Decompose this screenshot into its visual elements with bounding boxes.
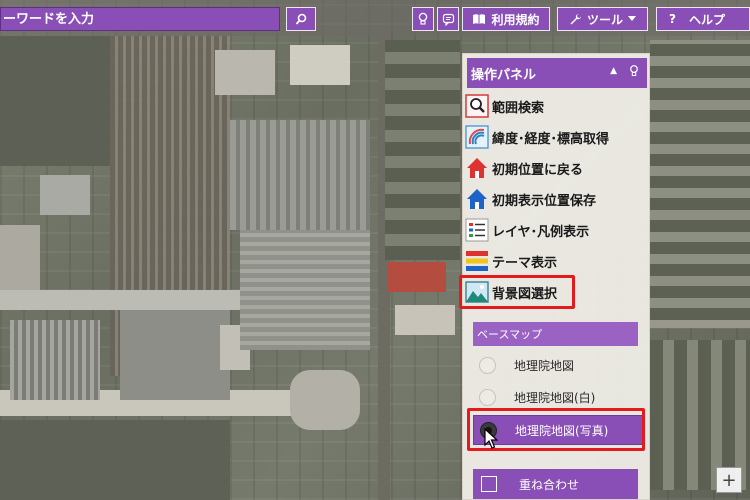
help-menu-button[interactable]: ? ヘルプ bbox=[656, 7, 750, 31]
menu-label: 初期表示位置保存 bbox=[492, 193, 597, 209]
theme-display-item[interactable]: テーマ表示 bbox=[465, 248, 645, 274]
range-search-item[interactable]: 範囲検索 bbox=[465, 93, 645, 119]
range-search-icon bbox=[465, 94, 489, 118]
latlon-elevation-icon bbox=[465, 125, 489, 149]
panel-header: 操作パネル ▲ bbox=[467, 58, 647, 88]
wrench-icon bbox=[570, 13, 581, 24]
return-initial-position-item[interactable]: 初期位置に戻る bbox=[465, 155, 645, 181]
basemap-header-label: ベースマップ bbox=[477, 328, 543, 341]
lightbulb-icon bbox=[418, 12, 428, 25]
plus-icon: + bbox=[721, 469, 737, 491]
option-label: 地理院地図(白) bbox=[514, 390, 596, 405]
magnifier-icon bbox=[295, 13, 306, 25]
menu-label: 初期位置に戻る bbox=[492, 162, 584, 178]
radio-button[interactable] bbox=[479, 388, 496, 406]
panel-title: 操作パネル bbox=[471, 67, 537, 83]
basemap-option-standard[interactable]: 地理院地図 bbox=[473, 350, 643, 380]
comment-icon bbox=[442, 13, 454, 26]
basemap-picture-icon bbox=[465, 281, 489, 303]
top-toolbar: 利用規約 ツール ? ヘルプ bbox=[0, 0, 750, 36]
search-button[interactable] bbox=[286, 7, 316, 31]
theme-icon bbox=[466, 251, 488, 271]
lightbulb-icon[interactable] bbox=[629, 64, 639, 78]
tips-button[interactable] bbox=[412, 7, 434, 31]
caret-down-icon bbox=[628, 16, 636, 21]
basemap-option-photo[interactable]: 地理院地図(写真) bbox=[473, 415, 643, 445]
menu-label: レイヤ･凡例表示 bbox=[492, 224, 590, 240]
tools-label: ツール bbox=[586, 12, 623, 27]
overlay-checkbox[interactable] bbox=[481, 476, 497, 492]
home-red-icon bbox=[467, 158, 487, 178]
option-label: 地理院地図(写真) bbox=[515, 423, 609, 438]
tools-menu-button[interactable]: ツール bbox=[557, 7, 648, 31]
overlay-row[interactable]: 重ね合わせ bbox=[473, 469, 638, 499]
menu-label: 範囲検索 bbox=[492, 100, 545, 116]
radio-button[interactable] bbox=[479, 356, 496, 374]
latlon-elevation-item[interactable]: 緯度･経度･標高取得 bbox=[465, 124, 645, 150]
comment-button[interactable] bbox=[437, 7, 459, 31]
collapse-icon[interactable]: ▲ bbox=[610, 66, 617, 76]
menu-label: テーマ表示 bbox=[492, 255, 558, 271]
basemap-option-pale[interactable]: 地理院地図(白) bbox=[473, 382, 643, 412]
menu-label: 背景図選択 bbox=[492, 286, 558, 302]
help-label: ヘルプ bbox=[688, 12, 725, 27]
mouse-cursor-icon bbox=[484, 428, 498, 449]
question-icon: ? bbox=[669, 12, 676, 26]
overlay-label: 重ね合わせ bbox=[519, 477, 580, 492]
option-label: 地理院地図 bbox=[514, 358, 575, 373]
layer-legend-icon bbox=[465, 218, 489, 242]
layer-legend-item[interactable]: レイヤ･凡例表示 bbox=[465, 217, 645, 243]
save-initial-position-item[interactable]: 初期表示位置保存 bbox=[465, 186, 645, 212]
home-blue-icon bbox=[467, 189, 487, 209]
terms-label: 利用規約 bbox=[491, 12, 540, 27]
zoom-in-button[interactable]: + bbox=[716, 467, 742, 493]
menu-label: 緯度･経度･標高取得 bbox=[492, 131, 610, 147]
book-icon bbox=[473, 14, 486, 24]
terms-button[interactable]: 利用規約 bbox=[462, 7, 550, 31]
search-input[interactable] bbox=[0, 7, 280, 31]
basemap-select-item[interactable]: 背景図選択 bbox=[465, 279, 645, 305]
basemap-section-header: ベースマップ bbox=[473, 322, 638, 346]
